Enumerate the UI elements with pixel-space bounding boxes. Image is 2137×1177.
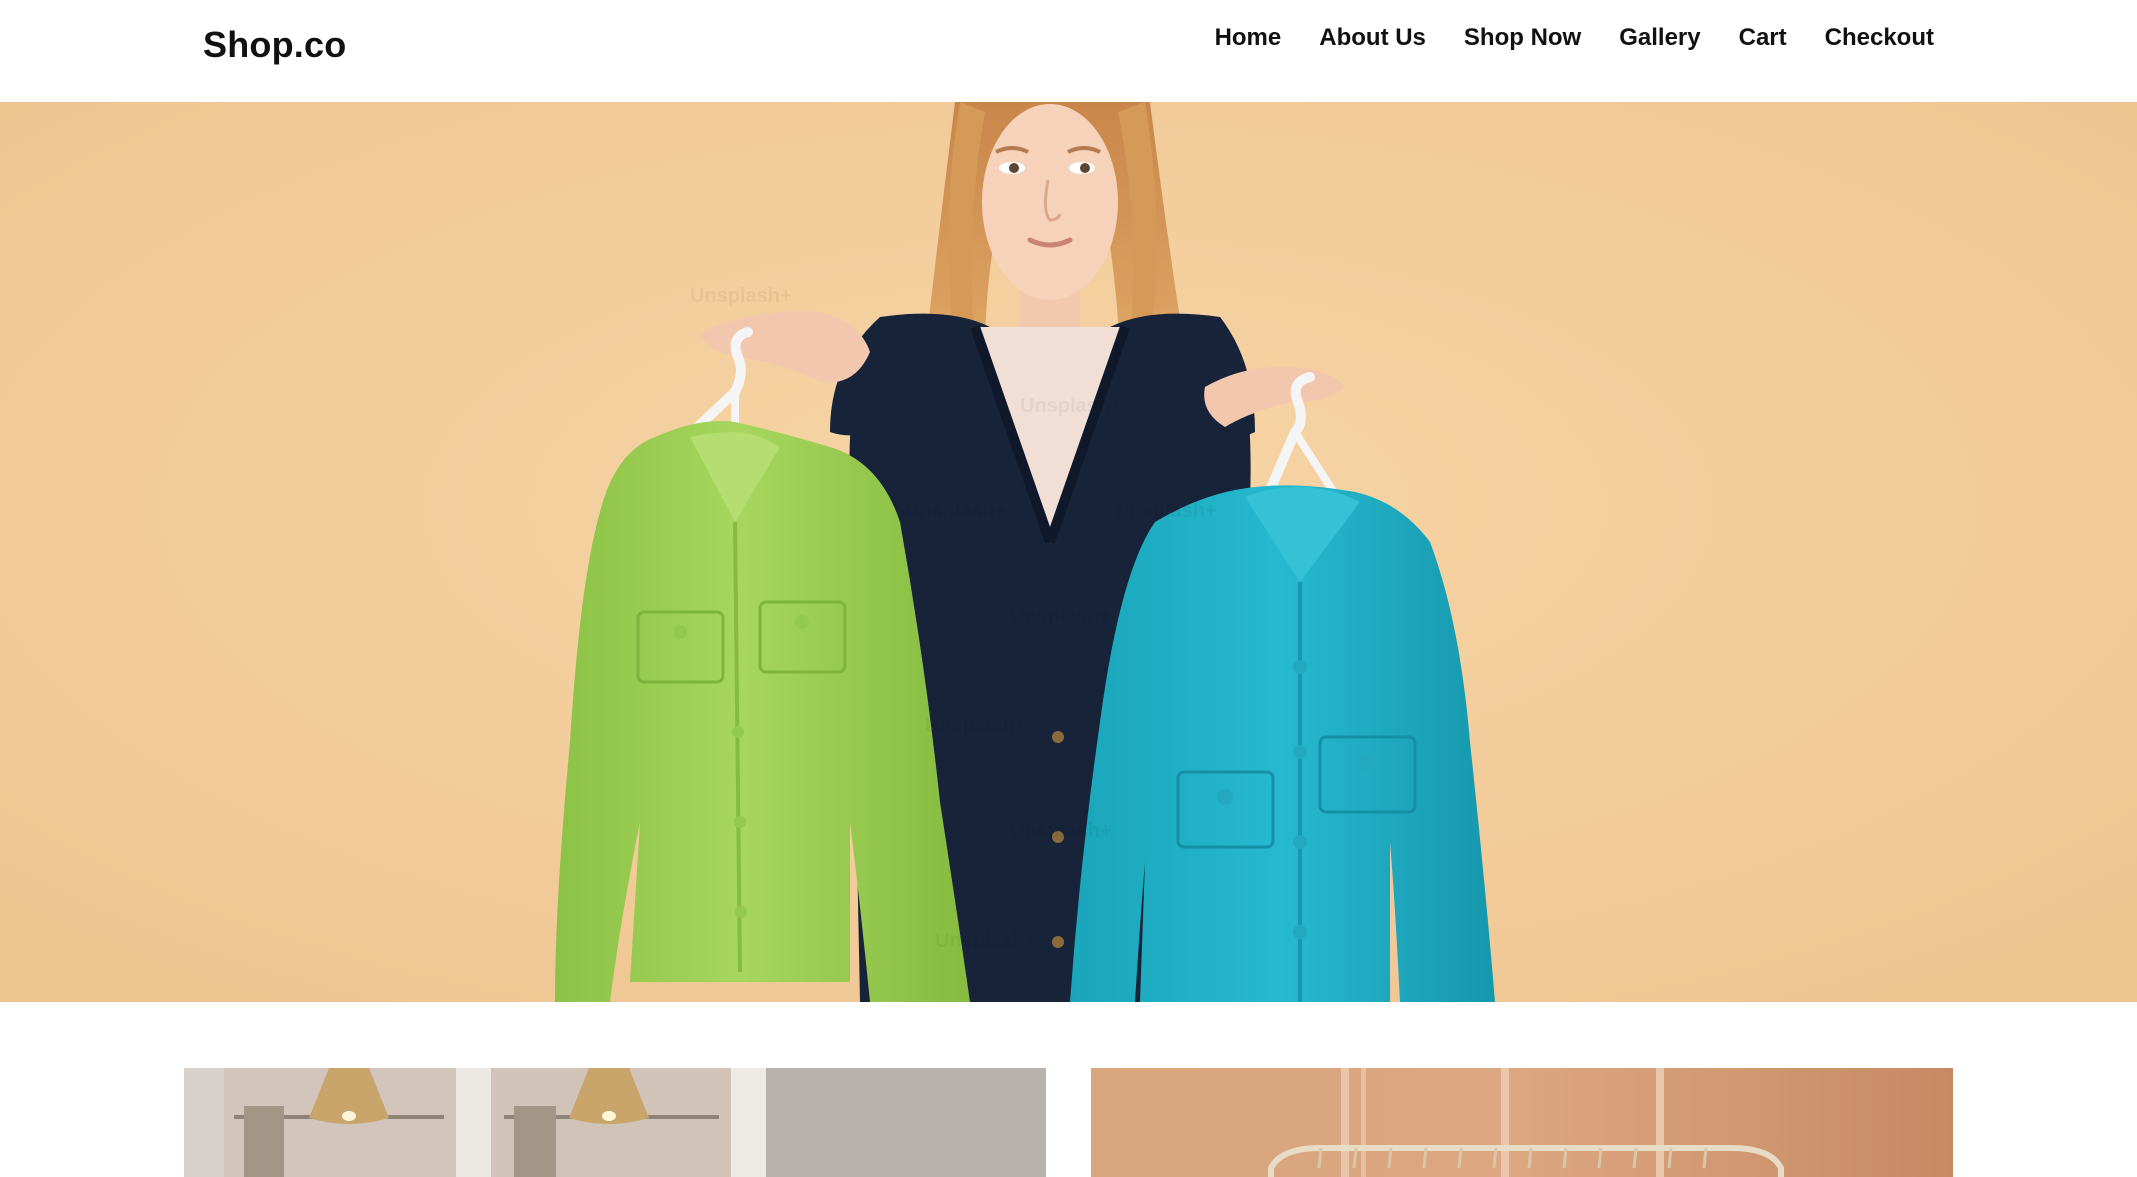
watermark-text: Unsplash+ (905, 500, 1007, 522)
category-card-rack[interactable] (1091, 1068, 1953, 1177)
watermark-text: Unsplash+ (935, 930, 1037, 952)
category-card-boutique[interactable] (184, 1068, 1046, 1177)
nav-list: Home About Us Shop Now Gallery Cart Chec… (1196, 22, 1953, 54)
watermark-text: Unsplash+ (925, 715, 1027, 737)
hero-image: Unsplash+ Unsplash+ Unsplash+ Unsplash+ … (0, 102, 2137, 1002)
nav-link-checkout[interactable]: Checkout (1806, 22, 1953, 54)
watermark-text: Unsplash+ (690, 285, 792, 307)
nav-link-home[interactable]: Home (1196, 22, 1301, 54)
watermark-text: Unsplash+ (1010, 605, 1112, 627)
nav-item-shop-now: Shop Now (1445, 22, 1600, 54)
nav-item-gallery: Gallery (1600, 22, 1719, 54)
nav-link-about-us[interactable]: About Us (1300, 22, 1445, 54)
watermark-text: Unsplash+ (1010, 820, 1112, 842)
watermark-text: Unsplash+ (1115, 500, 1217, 522)
top-navbar: Shop.co Home About Us Shop Now Gallery C… (0, 0, 2137, 102)
nav-item-home: Home (1196, 22, 1301, 54)
watermark-text: Unsplash+ (1020, 395, 1122, 417)
nav-link-shop-now[interactable]: Shop Now (1445, 22, 1600, 54)
nav-item-checkout: Checkout (1806, 22, 1953, 54)
hero-banner: Unsplash+ Unsplash+ Unsplash+ Unsplash+ … (0, 102, 2137, 1002)
site-logo[interactable]: Shop.co (203, 24, 346, 66)
boutique-image (184, 1068, 1046, 1177)
nav-item-about-us: About Us (1300, 22, 1445, 54)
nav-item-cart: Cart (1720, 22, 1806, 54)
nav-link-gallery[interactable]: Gallery (1600, 22, 1719, 54)
nav-link-cart[interactable]: Cart (1720, 22, 1806, 54)
clothing-rack-image (1091, 1068, 1953, 1177)
